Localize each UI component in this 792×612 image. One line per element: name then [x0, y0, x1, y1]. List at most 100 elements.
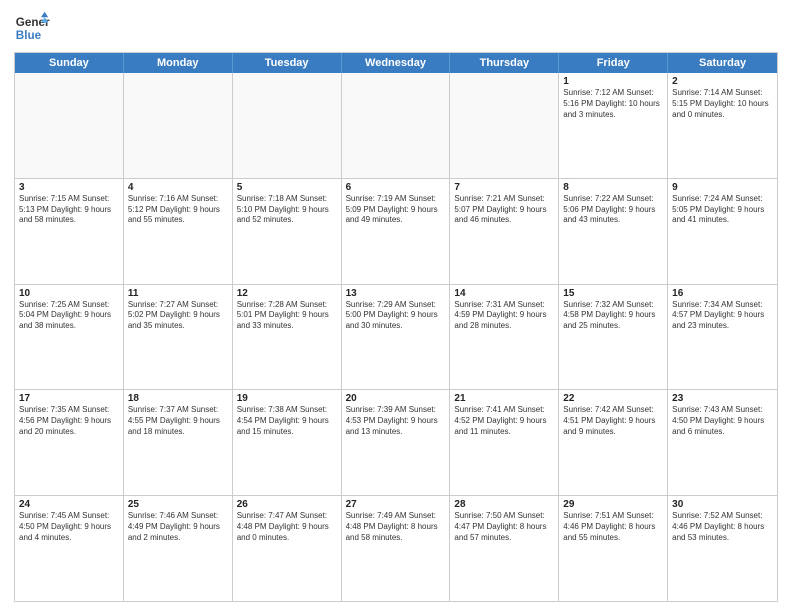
- day-cell-6: 6Sunrise: 7:19 AM Sunset: 5:09 PM Daylig…: [342, 179, 451, 284]
- logo-icon: General Blue: [14, 10, 50, 46]
- day-info: Sunrise: 7:19 AM Sunset: 5:09 PM Dayligh…: [346, 194, 446, 226]
- day-info: Sunrise: 7:25 AM Sunset: 5:04 PM Dayligh…: [19, 300, 119, 332]
- week-row-4: 24Sunrise: 7:45 AM Sunset: 4:50 PM Dayli…: [15, 496, 777, 601]
- day-number: 29: [563, 499, 663, 510]
- day-cell-7: 7Sunrise: 7:21 AM Sunset: 5:07 PM Daylig…: [450, 179, 559, 284]
- day-number: 6: [346, 182, 446, 193]
- week-row-0: 1Sunrise: 7:12 AM Sunset: 5:16 PM Daylig…: [15, 73, 777, 179]
- header-day-friday: Friday: [559, 53, 668, 73]
- day-cell-10: 10Sunrise: 7:25 AM Sunset: 5:04 PM Dayli…: [15, 285, 124, 390]
- day-info: Sunrise: 7:42 AM Sunset: 4:51 PM Dayligh…: [563, 405, 663, 437]
- day-number: 26: [237, 499, 337, 510]
- day-cell-2: 2Sunrise: 7:14 AM Sunset: 5:15 PM Daylig…: [668, 73, 777, 178]
- day-number: 19: [237, 393, 337, 404]
- day-number: 15: [563, 288, 663, 299]
- day-info: Sunrise: 7:22 AM Sunset: 5:06 PM Dayligh…: [563, 194, 663, 226]
- day-number: 30: [672, 499, 773, 510]
- day-cell-11: 11Sunrise: 7:27 AM Sunset: 5:02 PM Dayli…: [124, 285, 233, 390]
- day-number: 17: [19, 393, 119, 404]
- day-info: Sunrise: 7:46 AM Sunset: 4:49 PM Dayligh…: [128, 511, 228, 543]
- day-info: Sunrise: 7:51 AM Sunset: 4:46 PM Dayligh…: [563, 511, 663, 543]
- day-info: Sunrise: 7:21 AM Sunset: 5:07 PM Dayligh…: [454, 194, 554, 226]
- day-number: 27: [346, 499, 446, 510]
- day-number: 9: [672, 182, 773, 193]
- day-number: 8: [563, 182, 663, 193]
- day-cell-25: 25Sunrise: 7:46 AM Sunset: 4:49 PM Dayli…: [124, 496, 233, 601]
- day-number: 13: [346, 288, 446, 299]
- header-day-thursday: Thursday: [450, 53, 559, 73]
- empty-cell-0-1: [124, 73, 233, 178]
- day-number: 1: [563, 76, 663, 87]
- day-info: Sunrise: 7:34 AM Sunset: 4:57 PM Dayligh…: [672, 300, 773, 332]
- day-info: Sunrise: 7:28 AM Sunset: 5:01 PM Dayligh…: [237, 300, 337, 332]
- day-info: Sunrise: 7:49 AM Sunset: 4:48 PM Dayligh…: [346, 511, 446, 543]
- day-info: Sunrise: 7:52 AM Sunset: 4:46 PM Dayligh…: [672, 511, 773, 543]
- day-info: Sunrise: 7:16 AM Sunset: 5:12 PM Dayligh…: [128, 194, 228, 226]
- day-info: Sunrise: 7:15 AM Sunset: 5:13 PM Dayligh…: [19, 194, 119, 226]
- day-cell-28: 28Sunrise: 7:50 AM Sunset: 4:47 PM Dayli…: [450, 496, 559, 601]
- day-number: 7: [454, 182, 554, 193]
- day-cell-22: 22Sunrise: 7:42 AM Sunset: 4:51 PM Dayli…: [559, 390, 668, 495]
- day-number: 25: [128, 499, 228, 510]
- day-info: Sunrise: 7:50 AM Sunset: 4:47 PM Dayligh…: [454, 511, 554, 543]
- day-cell-4: 4Sunrise: 7:16 AM Sunset: 5:12 PM Daylig…: [124, 179, 233, 284]
- day-cell-20: 20Sunrise: 7:39 AM Sunset: 4:53 PM Dayli…: [342, 390, 451, 495]
- day-number: 12: [237, 288, 337, 299]
- day-info: Sunrise: 7:37 AM Sunset: 4:55 PM Dayligh…: [128, 405, 228, 437]
- header-day-monday: Monday: [124, 53, 233, 73]
- empty-cell-0-4: [450, 73, 559, 178]
- day-cell-27: 27Sunrise: 7:49 AM Sunset: 4:48 PM Dayli…: [342, 496, 451, 601]
- day-info: Sunrise: 7:29 AM Sunset: 5:00 PM Dayligh…: [346, 300, 446, 332]
- day-info: Sunrise: 7:14 AM Sunset: 5:15 PM Dayligh…: [672, 88, 773, 120]
- day-cell-1: 1Sunrise: 7:12 AM Sunset: 5:16 PM Daylig…: [559, 73, 668, 178]
- day-cell-12: 12Sunrise: 7:28 AM Sunset: 5:01 PM Dayli…: [233, 285, 342, 390]
- page: General Blue SundayMondayTuesdayWednesda…: [0, 0, 792, 612]
- day-number: 10: [19, 288, 119, 299]
- day-cell-18: 18Sunrise: 7:37 AM Sunset: 4:55 PM Dayli…: [124, 390, 233, 495]
- day-info: Sunrise: 7:27 AM Sunset: 5:02 PM Dayligh…: [128, 300, 228, 332]
- header-day-tuesday: Tuesday: [233, 53, 342, 73]
- day-cell-9: 9Sunrise: 7:24 AM Sunset: 5:05 PM Daylig…: [668, 179, 777, 284]
- day-info: Sunrise: 7:41 AM Sunset: 4:52 PM Dayligh…: [454, 405, 554, 437]
- day-cell-16: 16Sunrise: 7:34 AM Sunset: 4:57 PM Dayli…: [668, 285, 777, 390]
- logo: General Blue: [14, 10, 50, 46]
- day-info: Sunrise: 7:12 AM Sunset: 5:16 PM Dayligh…: [563, 88, 663, 120]
- day-cell-30: 30Sunrise: 7:52 AM Sunset: 4:46 PM Dayli…: [668, 496, 777, 601]
- day-info: Sunrise: 7:43 AM Sunset: 4:50 PM Dayligh…: [672, 405, 773, 437]
- day-cell-29: 29Sunrise: 7:51 AM Sunset: 4:46 PM Dayli…: [559, 496, 668, 601]
- day-cell-19: 19Sunrise: 7:38 AM Sunset: 4:54 PM Dayli…: [233, 390, 342, 495]
- header: General Blue: [14, 10, 778, 46]
- day-info: Sunrise: 7:38 AM Sunset: 4:54 PM Dayligh…: [237, 405, 337, 437]
- day-number: 14: [454, 288, 554, 299]
- empty-cell-0-2: [233, 73, 342, 178]
- empty-cell-0-0: [15, 73, 124, 178]
- day-cell-14: 14Sunrise: 7:31 AM Sunset: 4:59 PM Dayli…: [450, 285, 559, 390]
- day-number: 11: [128, 288, 228, 299]
- week-row-1: 3Sunrise: 7:15 AM Sunset: 5:13 PM Daylig…: [15, 179, 777, 285]
- week-row-2: 10Sunrise: 7:25 AM Sunset: 5:04 PM Dayli…: [15, 285, 777, 391]
- day-number: 24: [19, 499, 119, 510]
- day-cell-21: 21Sunrise: 7:41 AM Sunset: 4:52 PM Dayli…: [450, 390, 559, 495]
- calendar-body: 1Sunrise: 7:12 AM Sunset: 5:16 PM Daylig…: [15, 73, 777, 601]
- header-day-sunday: Sunday: [15, 53, 124, 73]
- svg-text:Blue: Blue: [16, 29, 42, 42]
- calendar-header-row: SundayMondayTuesdayWednesdayThursdayFrid…: [15, 53, 777, 73]
- day-cell-3: 3Sunrise: 7:15 AM Sunset: 5:13 PM Daylig…: [15, 179, 124, 284]
- day-number: 2: [672, 76, 773, 87]
- day-number: 20: [346, 393, 446, 404]
- header-day-saturday: Saturday: [668, 53, 777, 73]
- day-info: Sunrise: 7:24 AM Sunset: 5:05 PM Dayligh…: [672, 194, 773, 226]
- day-info: Sunrise: 7:32 AM Sunset: 4:58 PM Dayligh…: [563, 300, 663, 332]
- day-number: 18: [128, 393, 228, 404]
- day-info: Sunrise: 7:45 AM Sunset: 4:50 PM Dayligh…: [19, 511, 119, 543]
- empty-cell-0-3: [342, 73, 451, 178]
- day-cell-23: 23Sunrise: 7:43 AM Sunset: 4:50 PM Dayli…: [668, 390, 777, 495]
- day-info: Sunrise: 7:39 AM Sunset: 4:53 PM Dayligh…: [346, 405, 446, 437]
- day-cell-24: 24Sunrise: 7:45 AM Sunset: 4:50 PM Dayli…: [15, 496, 124, 601]
- day-info: Sunrise: 7:18 AM Sunset: 5:10 PM Dayligh…: [237, 194, 337, 226]
- day-cell-17: 17Sunrise: 7:35 AM Sunset: 4:56 PM Dayli…: [15, 390, 124, 495]
- day-number: 3: [19, 182, 119, 193]
- day-info: Sunrise: 7:47 AM Sunset: 4:48 PM Dayligh…: [237, 511, 337, 543]
- day-number: 21: [454, 393, 554, 404]
- day-number: 4: [128, 182, 228, 193]
